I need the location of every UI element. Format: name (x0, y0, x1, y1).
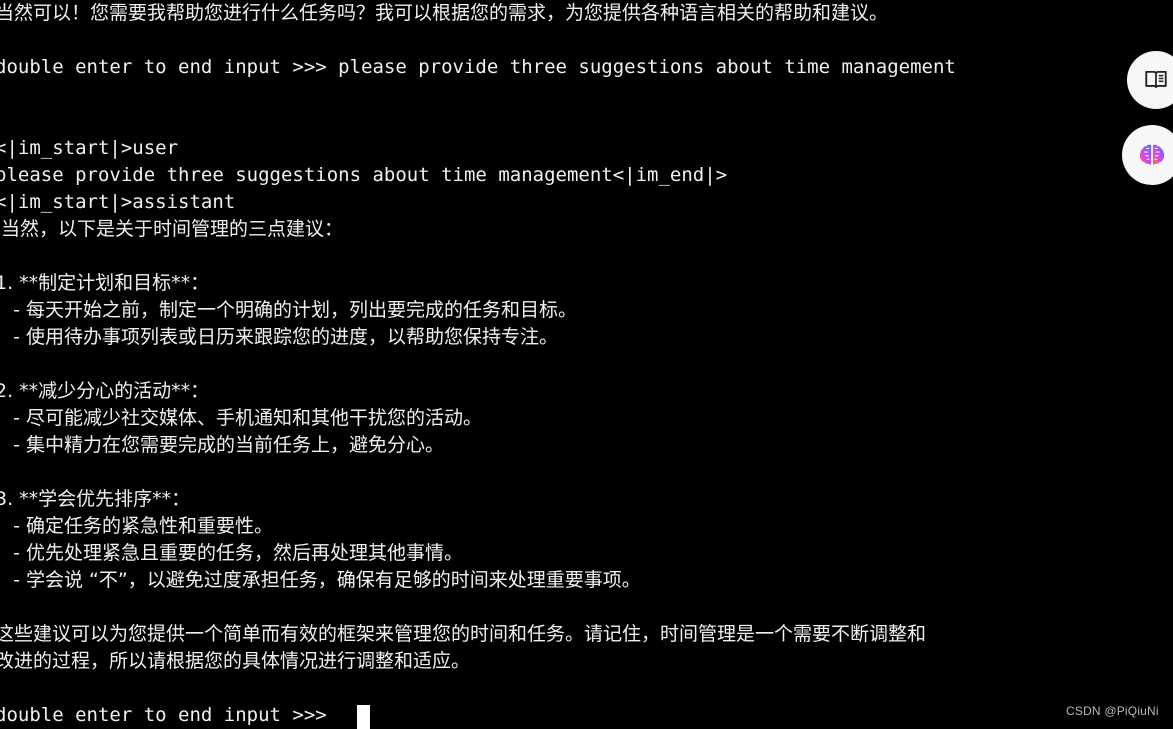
brain-icon (1138, 141, 1166, 169)
console-line-closing-line-2: 改进的过程，所以请根据您的具体情况进行调整和适应。 (0, 650, 471, 672)
console-line-item-1-title: 1. **制定计划和目标**： (0, 272, 210, 294)
prompt-label: double enter to end input >>> (0, 704, 339, 726)
console-line-item-2-bullet-1: - 尽可能减少社交媒体、手机通知和其他干扰您的活动。 (0, 407, 483, 429)
brain-button[interactable] (1122, 125, 1173, 185)
console-line-item-3-bullet-1: - 确定任务的紧急性和重要性。 (0, 515, 274, 537)
console-line-item-1-bullet-1: - 每天开始之前，制定一个明确的计划，列出要完成的任务和目标。 (0, 299, 578, 321)
console-line-prompt-echo: double enter to end input >>> please pro… (0, 56, 956, 78)
terminal-window[interactable]: 当然可以！您需要我帮助您进行什么任务吗？我可以根据您的需求，为您提供各种语言相关… (0, 0, 1173, 729)
console-line-blank-3 (0, 108, 1173, 135)
console-line-answer-intro: 当然，以下是关于时间管理的三点建议： (0, 218, 344, 240)
console-line-im-start-user: <|im_start|>user (0, 137, 179, 159)
input-prompt-line[interactable]: double enter to end input >>> (0, 702, 338, 729)
console-line-blank-6 (0, 459, 1173, 486)
console-line-item-3-bullet-2: - 优先处理紧急且重要的任务，然后再处理其他事情。 (0, 542, 464, 564)
console-line-im-start-assistant: <|im_start|>assistant (0, 191, 236, 213)
console-line-item-2-bullet-2: - 集中精力在您需要完成的当前任务上，避免分心。 (0, 434, 445, 456)
console-line-blank-1 (0, 27, 1173, 54)
console-line-item-2-title: 2. **减少分心的活动**： (0, 380, 210, 402)
console-line-blank-5 (0, 351, 1173, 378)
csdn-watermark: CSDN @PiQiuNi (1066, 704, 1159, 718)
console-line-user-message: please provide three suggestions about t… (0, 164, 728, 186)
text-cursor (357, 705, 370, 729)
open-book-icon (1143, 67, 1169, 93)
console-line-blank-4 (0, 243, 1173, 270)
console-line-blank-2 (0, 81, 1173, 108)
console-line-item-3-title: 3. **学会优先排序**： (0, 488, 191, 510)
console-line-assistant-greeting: 当然可以！您需要我帮助您进行什么任务吗？我可以根据您的需求，为您提供各种语言相关… (0, 2, 889, 24)
console-line-item-1-bullet-2: - 使用待办事项列表或日历来跟踪您的进度，以帮助您保持专注。 (0, 326, 559, 348)
console-line-closing-line-1: 这些建议可以为您提供一个简单而有效的框架来管理您的时间和任务。请记住，时间管理是… (0, 623, 927, 645)
console-line-blank-7 (0, 594, 1173, 621)
console-line-item-3-bullet-3: - 学会说 “不”，以避免过度承担任务，确保有足够的时间来处理重要事项。 (0, 569, 641, 591)
console-output: 当然可以！您需要我帮助您进行什么任务吗？我可以根据您的需求，为您提供各种语言相关… (0, 0, 1173, 675)
